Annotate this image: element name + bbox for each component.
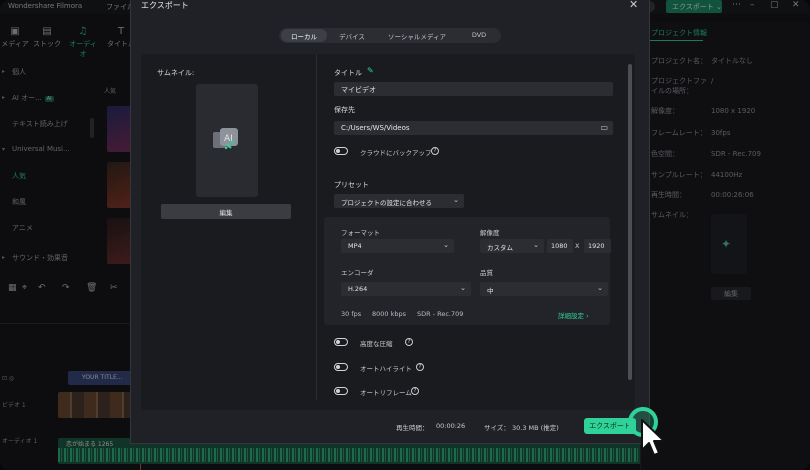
ai-title-icon[interactable]: ✎ (367, 66, 374, 75)
auto-highlight-toggle[interactable] (334, 363, 348, 371)
title-input[interactable]: マイビデオ (334, 82, 613, 96)
export-target-tabs: ローカル デバイス ソーシャルメディア DVD (279, 28, 501, 43)
help-icon[interactable]: ? (416, 363, 424, 371)
auto-reframe-label: オートリフレーム (360, 389, 412, 397)
duration-label: 再生時間： (396, 424, 429, 432)
format-label: フォーマット (341, 229, 380, 237)
tab-social-media[interactable]: ソーシャルメディア (377, 29, 457, 42)
save-path-input[interactable]: C:/Users/WS/Videos ▭ (334, 121, 613, 135)
save-path-text: C:/Users/WS/Videos (341, 124, 410, 132)
cloud-backup-label: クラウドにバックアップ (360, 149, 432, 157)
advanced-settings-link[interactable]: 詳細設定 › (558, 310, 589, 320)
quality-value: 中 (487, 287, 494, 295)
chevron-down-icon: ⌄ (460, 284, 466, 292)
folder-icon[interactable]: ▭ (600, 123, 608, 132)
preset-value: プロジェクトの設定に合わせる (341, 199, 432, 207)
title-label: タイトル (334, 69, 362, 77)
help-icon[interactable]: ? (411, 387, 419, 395)
tab-device[interactable]: デバイス (329, 29, 375, 42)
height-input[interactable]: 1920 (584, 239, 611, 253)
quality-label: 品質 (480, 269, 493, 277)
format-select[interactable]: MP4 ⌄ (341, 239, 454, 253)
chevron-down-icon: ⌄ (443, 241, 449, 249)
chevron-down-icon: ⌄ (533, 241, 539, 249)
resolution-label: 解像度 (480, 229, 500, 237)
thumbnail-label: サムネイル: (157, 69, 195, 77)
encoder-select[interactable]: H.264 ⌄ (341, 282, 471, 296)
ai-image-icon: AI (213, 128, 238, 150)
cloud-backup-toggle[interactable] (334, 147, 348, 155)
chevron-down-icon: ⌄ (597, 284, 603, 292)
duration-value: 00:00:26 (436, 422, 466, 430)
size-label: サイズ： (484, 424, 510, 432)
auto-reframe-toggle[interactable] (334, 387, 348, 395)
resolution-x: X (575, 242, 580, 250)
advanced-compress-toggle[interactable] (334, 338, 348, 346)
close-icon[interactable]: ✕ (629, 0, 638, 11)
dialog-title: エクスポート (141, 1, 189, 10)
colorspace-text: SDR - Rec.709 (417, 310, 464, 318)
advanced-compress-label: 高度な圧縮 (360, 340, 393, 348)
tab-dvd[interactable]: DVD (459, 29, 499, 42)
size-value: 30.3 MB (推定) (512, 424, 559, 432)
encoder-value: H.264 (348, 285, 368, 293)
resolution-value: カスタム (487, 244, 513, 252)
help-icon[interactable]: ? (405, 338, 413, 346)
fps-text: 30 fps (341, 310, 362, 318)
preset-select[interactable]: プロジェクトの設定に合わせる ⌄ (334, 194, 464, 208)
dialog-scrollbar[interactable] (628, 64, 632, 380)
tab-local[interactable]: ローカル (281, 29, 327, 42)
help-icon[interactable]: ? (431, 147, 439, 155)
export-dialog: エクスポート ✕ ローカル デバイス ソーシャルメディア DVD サムネイル: … (130, 0, 650, 444)
save-location-label: 保存先 (334, 106, 355, 114)
encoder-label: エンコーダ (341, 269, 374, 277)
format-value: MP4 (348, 242, 362, 250)
preset-label: プリセット (334, 181, 369, 189)
dialog-body: サムネイル: AI 編集 タイトル ✎ マイビデオ 保存先 C:/Users/W… (141, 54, 635, 410)
thumbnail-edit-button[interactable]: 編集 (161, 204, 291, 219)
chevron-down-icon: ⌄ (453, 196, 459, 204)
mouse-cursor-icon (641, 419, 665, 456)
bitrate-text: 8000 kbps (372, 310, 407, 318)
resolution-select[interactable]: カスタム ⌄ (480, 239, 544, 253)
panel-divider (316, 54, 317, 400)
auto-highlight-label: オートハイライト (360, 365, 412, 373)
width-input[interactable]: 1080 (547, 239, 573, 253)
export-settings-box: フォーマット MP4 ⌄ 解像度 カスタム ⌄ 1080 X 1920 エンコー… (324, 217, 611, 325)
quality-select[interactable]: 中 ⌄ (480, 282, 608, 296)
